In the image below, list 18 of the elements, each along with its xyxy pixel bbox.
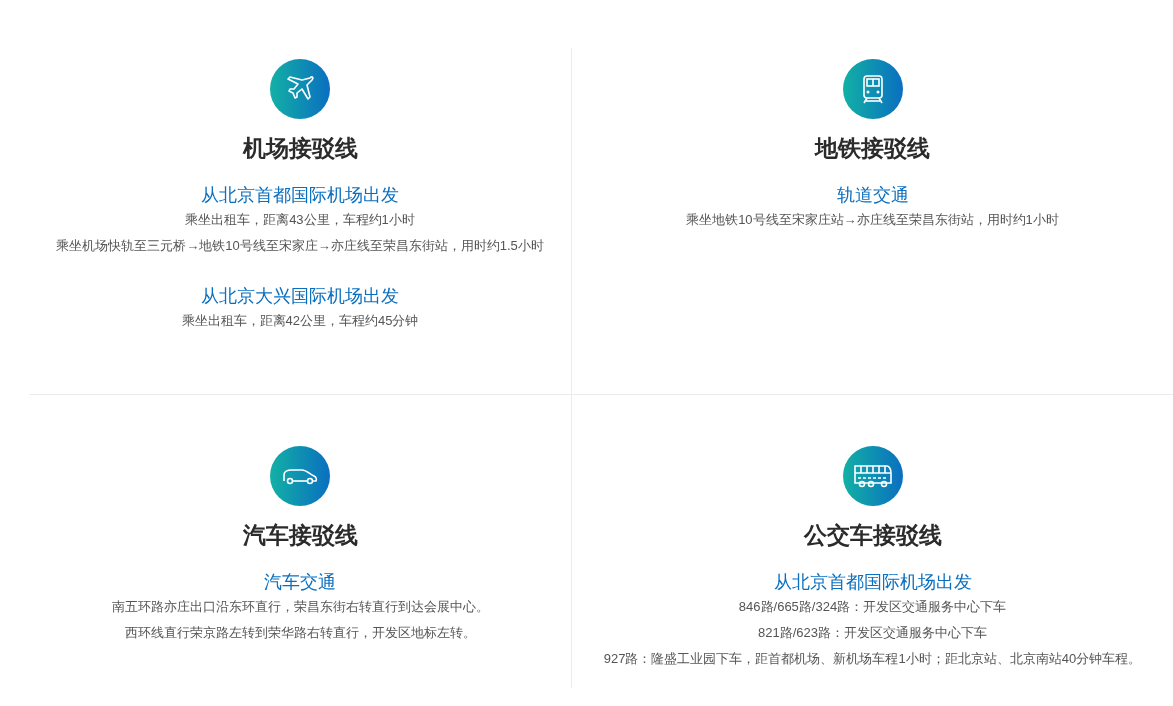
route-description: 846路/665路/324路：开发区交通服务中心下车 [738,598,1007,616]
route-description: 西环线直行荣京路左转到荣华路右转直行，开发区地标左转。 [124,624,476,642]
route-heading: 从北京首都国际机场出发 [201,184,399,207]
section-title: 地铁接驳线 [815,134,930,163]
route-description: 乘坐出租车，距离42公里，车程约45分钟 [181,312,419,330]
route-description: 乘坐地铁10号线至宋家庄站→亦庄线至荣昌东街站，用时约1小时 [686,211,1059,229]
route-description: 821路/623路：开发区交通服务中心下车 [758,624,987,642]
route-heading: 汽车交通 [264,571,336,594]
route-heading: 从北京大兴国际机场出发 [201,285,399,308]
route-heading: 轨道交通 [836,184,909,207]
route-description: 南五环路亦庄出口沿东环直行，荣昌东街右转直行到达会展中心。 [111,598,489,616]
section-title: 机场接驳线 [242,134,358,163]
route-description: 乘坐出租车，距离43公里，车程约1小时 [185,211,415,229]
section-title: 汽车接驳线 [242,521,358,550]
route-description: 927路：隆盛工业园下车，距首都机场、新机场车程1小时；距北京站、北京南站40分钟车程。 [603,650,1142,668]
route-description: 乘坐机场快轨至三元桥→地铁10号线至宋家庄→亦庄线至荣昌东街站，用时约1.5小时 [56,237,544,255]
route-heading: 从北京首都国际机场出发 [773,571,972,594]
section-title: 公交车接驳线 [803,521,942,550]
